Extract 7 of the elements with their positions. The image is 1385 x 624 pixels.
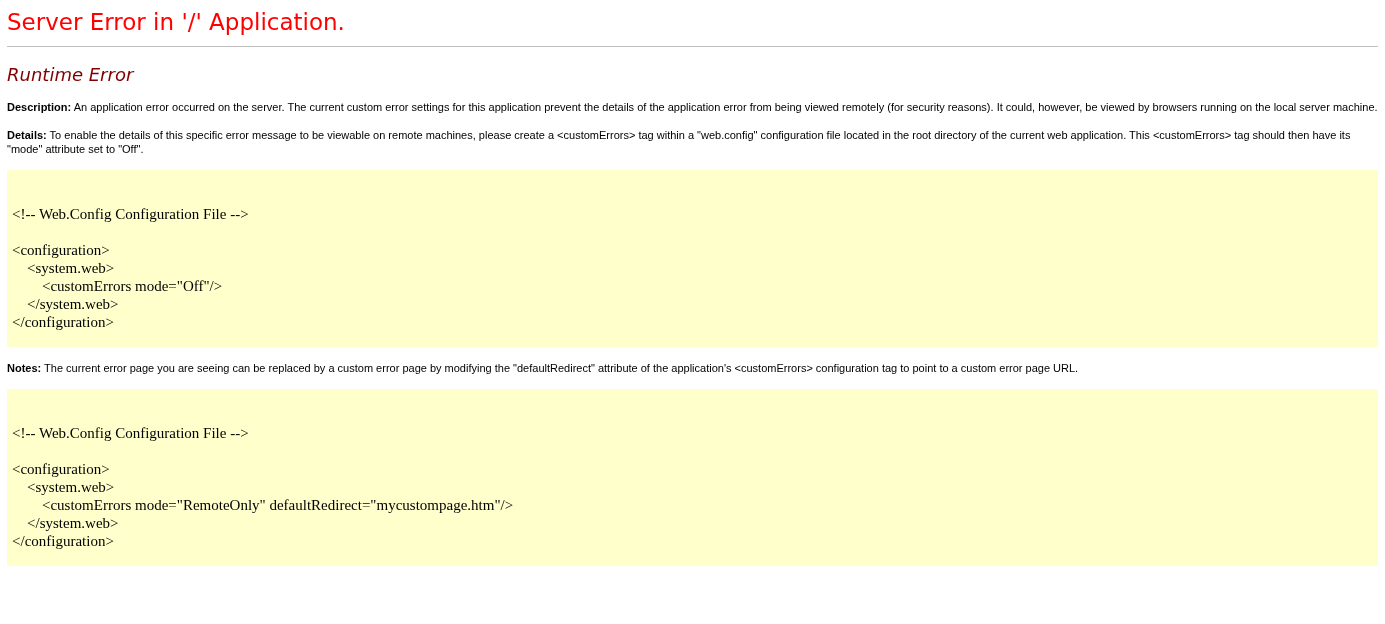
error-paragraph: Description: An application error occurred on the server. The current custom error settings for this application prevent the details of the application error from being viewed remotely (for security reasons). It could, however, be viewed by browsers running on the local server machine. — [7, 100, 1378, 114]
error-paragraph: Details: To enable the details of this specific error message to be viewable on remote machines, please create a <customErrors> tag within a "web.config" configuration file located in the root directory of the current web application. This <customErrors> tag should then have its "mode" attribute set to "Off". — [7, 128, 1352, 156]
page-title: Server Error in '/' Application. — [7, 8, 346, 36]
error-heading: Runtime Error — [7, 64, 136, 86]
code-block: <!-- Web.Config Configuration File --> <configuration> <system.web> <customErrors mode="Off"/> </system.web> </configuration> — [7, 170, 1378, 347]
code-block: <!-- Web.Config Configuration File --> <configuration> <system.web> <customErrors mode="RemoteOnly" defaultRedirect="mycustompage.htm"/> </system.web> </configuration> — [7, 389, 1378, 566]
error-paragraph: Notes: The current error page you are seeing can be replaced by a custom error page by modifying the "defaultRedirect" attribute of the application's <customErrors> configuration tag to point to a custom error page URL. — [7, 361, 1080, 375]
